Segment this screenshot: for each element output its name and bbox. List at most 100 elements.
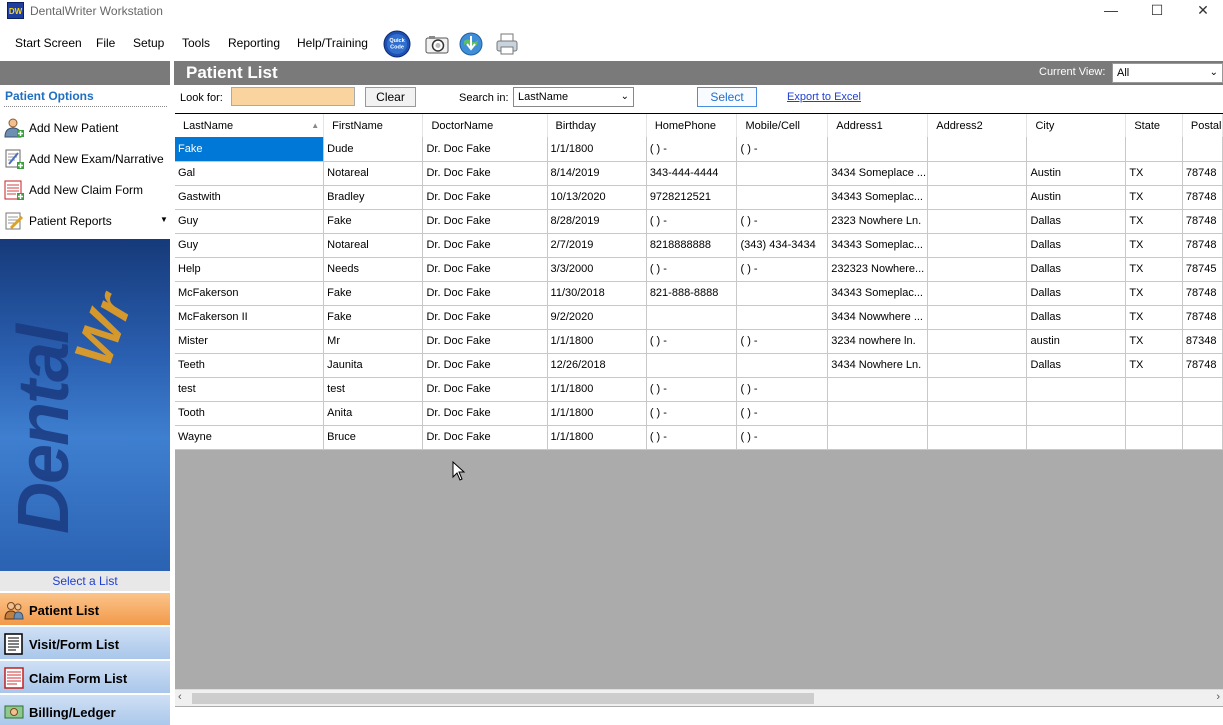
table-cell[interactable]: ( ) - xyxy=(646,377,738,402)
table-cell[interactable] xyxy=(1182,137,1223,162)
select-button[interactable]: Select xyxy=(697,87,757,107)
column-header[interactable]: Birthday xyxy=(547,114,647,137)
table-cell[interactable] xyxy=(927,209,1028,234)
table-cell[interactable]: 1/1/1800 xyxy=(547,329,647,354)
table-cell[interactable] xyxy=(1026,401,1127,426)
table-cell[interactable] xyxy=(1182,377,1223,402)
table-cell[interactable]: 2/7/2019 xyxy=(547,233,647,258)
table-cell[interactable]: Dr. Doc Fake xyxy=(422,257,548,282)
table-cell[interactable]: 34343 Someplac... xyxy=(827,281,929,306)
table-cell[interactable]: Fake xyxy=(175,137,325,162)
table-cell[interactable]: Dude xyxy=(323,137,424,162)
table-cell[interactable] xyxy=(827,137,929,162)
table-cell[interactable]: 78748 xyxy=(1182,353,1223,378)
table-cell[interactable]: 34343 Someplac... xyxy=(827,185,929,210)
table-cell[interactable]: 821-888-8888 xyxy=(646,281,738,306)
add-new-exam-option[interactable]: Add New Exam/Narrative xyxy=(0,146,170,172)
table-cell[interactable]: 1/1/1800 xyxy=(547,425,647,450)
table-row[interactable]: Mister Mr Dr. Doc Fake 1/1/1800( ) -( ) -32… xyxy=(175,329,1223,354)
table-cell[interactable]: Notareal xyxy=(323,233,424,258)
table-cell[interactable]: Dallas xyxy=(1026,353,1127,378)
table-cell[interactable]: Help xyxy=(175,257,325,282)
globe-update-icon[interactable] xyxy=(457,30,485,58)
menu-tools[interactable]: Tools xyxy=(182,36,210,50)
table-cell[interactable]: Mr xyxy=(323,329,424,354)
table-cell[interactable] xyxy=(1125,137,1183,162)
table-cell[interactable]: 87348 xyxy=(1182,329,1223,354)
table-cell[interactable]: Fake xyxy=(323,281,424,306)
table-cell[interactable]: 8/28/2019 xyxy=(547,209,647,234)
column-header[interactable]: DoctorName xyxy=(422,114,548,137)
table-row[interactable]: Guy Fake Dr. Doc Fake 8/28/2019( ) -( ) -23… xyxy=(175,209,1223,234)
table-cell[interactable] xyxy=(927,161,1028,186)
table-cell[interactable]: ( ) - xyxy=(646,401,738,426)
table-cell[interactable]: Dallas xyxy=(1026,233,1127,258)
table-cell[interactable]: Fake xyxy=(323,305,424,330)
table-cell[interactable] xyxy=(1125,425,1183,450)
table-cell[interactable]: Dr. Doc Fake xyxy=(422,185,548,210)
table-cell[interactable]: Dr. Doc Fake xyxy=(422,353,548,378)
scrollbar-thumb[interactable] xyxy=(192,693,814,704)
table-cell[interactable]: ( ) - xyxy=(736,137,829,162)
table-cell[interactable]: 78748 xyxy=(1182,233,1223,258)
table-cell[interactable]: 1/1/1800 xyxy=(547,137,647,162)
export-to-excel-link[interactable]: Export to Excel xyxy=(787,91,861,103)
table-cell[interactable] xyxy=(736,161,829,186)
patient-list-button[interactable]: Patient List xyxy=(0,592,170,625)
table-row[interactable]: Gastwith Bradley Dr. Doc Fake 10/13/2020 972… xyxy=(175,185,1223,210)
table-cell[interactable] xyxy=(1026,137,1127,162)
table-row[interactable]: Wayne Bruce Dr. Doc Fake 1/1/1800( ) -( ) - xyxy=(175,425,1223,450)
patient-grid[interactable]: LastName ▲ FirstName DoctorName Birthday Home… xyxy=(175,113,1223,707)
menu-setup[interactable]: Setup xyxy=(133,36,164,50)
table-cell[interactable]: Notareal xyxy=(323,161,424,186)
table-cell[interactable]: Tooth xyxy=(175,401,325,426)
close-button[interactable]: ✕ xyxy=(1180,0,1223,22)
table-cell[interactable]: (343) 434-3434 xyxy=(736,233,829,258)
column-header[interactable]: FirstName xyxy=(323,114,424,137)
table-cell[interactable]: Bruce xyxy=(323,425,424,450)
quick-code-icon[interactable]: Quick Code xyxy=(383,30,411,58)
table-cell[interactable]: 3434 Someplace ... xyxy=(827,161,929,186)
table-cell[interactable]: Mister xyxy=(175,329,325,354)
table-cell[interactable]: 10/13/2020 xyxy=(547,185,647,210)
table-cell[interactable] xyxy=(1125,377,1183,402)
table-cell[interactable]: 9/2/2020 xyxy=(547,305,647,330)
table-cell[interactable]: 3/3/2000 xyxy=(547,257,647,282)
menu-file[interactable]: File xyxy=(96,36,115,50)
table-cell[interactable]: 34343 Someplac... xyxy=(827,233,929,258)
table-cell[interactable]: 8218888888 xyxy=(646,233,738,258)
maximize-button[interactable]: ☐ xyxy=(1134,0,1180,22)
table-cell[interactable]: TX xyxy=(1125,305,1183,330)
table-cell[interactable]: 78748 xyxy=(1182,185,1223,210)
table-cell[interactable]: Gastwith xyxy=(175,185,325,210)
table-cell[interactable]: Dr. Doc Fake xyxy=(422,401,548,426)
table-cell[interactable]: Dr. Doc Fake xyxy=(422,233,548,258)
table-cell[interactable]: 3234 nowhere ln. xyxy=(827,329,929,354)
minimize-button[interactable]: — xyxy=(1088,0,1134,22)
table-cell[interactable] xyxy=(927,401,1028,426)
table-cell[interactable]: ( ) - xyxy=(646,137,738,162)
table-cell[interactable]: ( ) - xyxy=(646,425,738,450)
table-cell[interactable]: Guy xyxy=(175,209,325,234)
table-cell[interactable]: Dr. Doc Fake xyxy=(422,161,548,186)
table-cell[interactable]: 78748 xyxy=(1182,161,1223,186)
table-cell[interactable]: McFakerson II xyxy=(175,305,325,330)
table-cell[interactable] xyxy=(1026,425,1127,450)
table-cell[interactable]: 9728212521 xyxy=(646,185,738,210)
table-row[interactable]: Fake Dude Dr. Doc Fake 1/1/1800( ) -( ) - xyxy=(175,137,1223,162)
table-cell[interactable]: 3434 Nowwhere ... xyxy=(827,305,929,330)
scroll-left-icon[interactable]: ‹ xyxy=(178,691,182,703)
table-cell[interactable]: 11/30/2018 xyxy=(547,281,647,306)
printer-icon[interactable] xyxy=(493,30,521,58)
table-cell[interactable]: ( ) - xyxy=(736,209,829,234)
table-cell[interactable] xyxy=(827,425,929,450)
table-cell[interactable]: Austin xyxy=(1026,161,1127,186)
table-cell[interactable]: TX xyxy=(1125,329,1183,354)
table-cell[interactable]: austin xyxy=(1026,329,1127,354)
table-cell[interactable] xyxy=(646,353,738,378)
table-cell[interactable] xyxy=(927,257,1028,282)
table-cell[interactable] xyxy=(927,281,1028,306)
table-cell[interactable] xyxy=(927,353,1028,378)
table-cell[interactable]: Dr. Doc Fake xyxy=(422,329,548,354)
table-row[interactable]: Gal Notareal Dr. Doc Fake 8/14/2019 343-444-… xyxy=(175,161,1223,186)
